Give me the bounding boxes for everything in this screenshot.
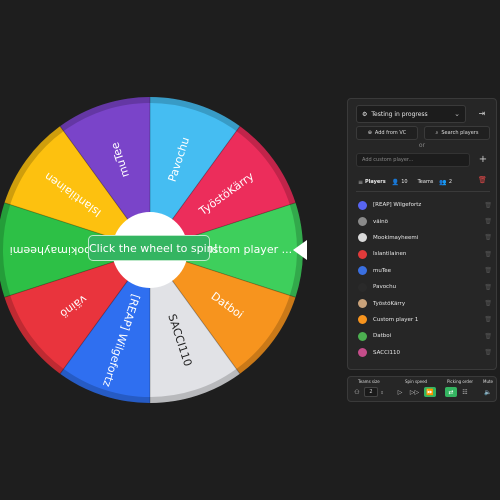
player-name: Datboi	[373, 333, 392, 340]
player-name: Islantilainen	[373, 251, 407, 258]
remove-player-icon[interactable]: 🗑	[484, 284, 492, 291]
players-count: 10	[401, 179, 408, 185]
leave-icon[interactable]: ⇥	[475, 107, 489, 121]
player-row[interactable]: väinö 🗑	[358, 213, 492, 229]
avatar	[358, 200, 367, 210]
wheel-segment-label: Mookimayheemi	[10, 244, 101, 257]
tab-teams[interactable]: Teams	[418, 179, 434, 185]
player-name: muTee	[373, 267, 392, 274]
picking-order-random-icon[interactable]: ⇄	[445, 387, 457, 397]
remove-player-icon[interactable]: 🗑	[484, 333, 492, 340]
status-icon: ⚙	[362, 110, 368, 118]
player-name: TyöstöKärry	[373, 300, 406, 307]
player-name: Pavochu	[373, 284, 397, 291]
player-name: väinö	[373, 218, 389, 225]
picking-order-list-icon[interactable]: ☷	[460, 387, 470, 397]
add-custom-player-icon[interactable]: +	[476, 153, 490, 167]
teams-size-label: Teams size	[358, 379, 380, 384]
player-name: Custom player 1	[373, 316, 419, 323]
player-row[interactable]: muTee 🗑	[358, 263, 492, 279]
spin-hint-button[interactable]: Click the wheel to spin!	[88, 235, 218, 261]
remove-player-icon[interactable]: 🗑	[484, 267, 492, 274]
avatar	[358, 217, 367, 227]
remove-player-icon[interactable]: 🗑	[484, 251, 492, 258]
avatar	[358, 266, 367, 276]
avatar	[358, 331, 367, 341]
player-name: SACCI110	[373, 349, 401, 356]
remove-player-icon[interactable]: 🗑	[484, 218, 492, 225]
status-select[interactable]: ⚙ Testing in progress ⌄	[356, 105, 466, 123]
add-icon: ⊕	[367, 130, 372, 136]
player-row[interactable]: Custom player 1 🗑	[358, 312, 492, 328]
remove-player-icon[interactable]: 🗑	[484, 300, 492, 307]
search-players-button[interactable]: ⌕ Search players	[424, 126, 490, 140]
remove-player-icon[interactable]: 🗑	[484, 234, 492, 241]
player-row[interactable]: Pavochu 🗑	[358, 279, 492, 295]
team-icon: 👥	[439, 178, 447, 186]
avatar	[358, 315, 367, 325]
clear-all-trash-icon[interactable]: 🗑	[478, 176, 487, 184]
tabs-row: ≡ Players 👤 10 Teams 👥 2	[356, 175, 490, 189]
user-icon: 👤	[391, 178, 400, 186]
chevron-down-icon: ⌄	[454, 110, 460, 118]
custom-player-input[interactable]	[356, 153, 470, 167]
avatar	[358, 249, 367, 259]
stepper-icon[interactable]: ⇳	[379, 387, 385, 397]
list-icon: ≡	[358, 178, 364, 186]
mute-icon[interactable]: 🔈	[483, 387, 493, 397]
settings-bar: Teams size Spin speed Picking order Mute…	[347, 376, 497, 402]
avatar	[358, 233, 367, 243]
status-label: Testing in progress	[371, 110, 428, 118]
player-list: [REAP] Wilgefortz 🗑 väinö 🗑 Mookimayheemi 🗑 Is…	[358, 197, 492, 361]
avatar	[358, 348, 367, 358]
add-from-vc-label: Add from VC	[374, 130, 407, 136]
player-panel: ⚙ Testing in progress ⌄ ⇥ ⊕ Add from VC …	[347, 98, 497, 370]
player-row[interactable]: SACCI110 🗑	[358, 345, 492, 361]
add-from-vc-button[interactable]: ⊕ Add from VC	[356, 126, 418, 140]
player-row[interactable]: [REAP] Wilgefortz 🗑	[358, 197, 492, 213]
player-row[interactable]: Datboi 🗑	[358, 328, 492, 344]
player-name: [REAP] Wilgefortz	[373, 202, 422, 209]
team-size-icon: ⚇	[354, 388, 360, 396]
speed-fast-icon[interactable]: ⏩	[424, 387, 436, 397]
mute-label: Mute	[483, 379, 494, 384]
player-row[interactable]: TyöstöKärry 🗑	[358, 295, 492, 311]
tab-players[interactable]: Players	[365, 179, 386, 185]
or-separator: or	[418, 142, 426, 149]
search-icon: ⌕	[435, 130, 439, 136]
speed-slow-icon[interactable]: ▷	[395, 387, 405, 397]
divider	[356, 191, 490, 192]
teams-size-input[interactable]: 2	[364, 387, 378, 397]
spin-speed-label: Spin speed	[405, 379, 428, 384]
player-row[interactable]: Mookimayheemi 🗑	[358, 230, 492, 246]
remove-player-icon[interactable]: 🗑	[484, 349, 492, 356]
remove-player-icon[interactable]: 🗑	[484, 202, 492, 209]
player-row[interactable]: Islantilainen 🗑	[358, 246, 492, 262]
remove-player-icon[interactable]: 🗑	[484, 316, 492, 323]
picking-order-label: Picking order	[447, 379, 474, 384]
speed-medium-icon[interactable]: ▷▷	[409, 387, 420, 397]
teams-count: 2	[448, 179, 453, 185]
search-players-label: Search players	[441, 130, 479, 136]
avatar	[358, 282, 367, 292]
player-name: Mookimayheemi	[373, 234, 419, 241]
avatar	[358, 299, 367, 309]
